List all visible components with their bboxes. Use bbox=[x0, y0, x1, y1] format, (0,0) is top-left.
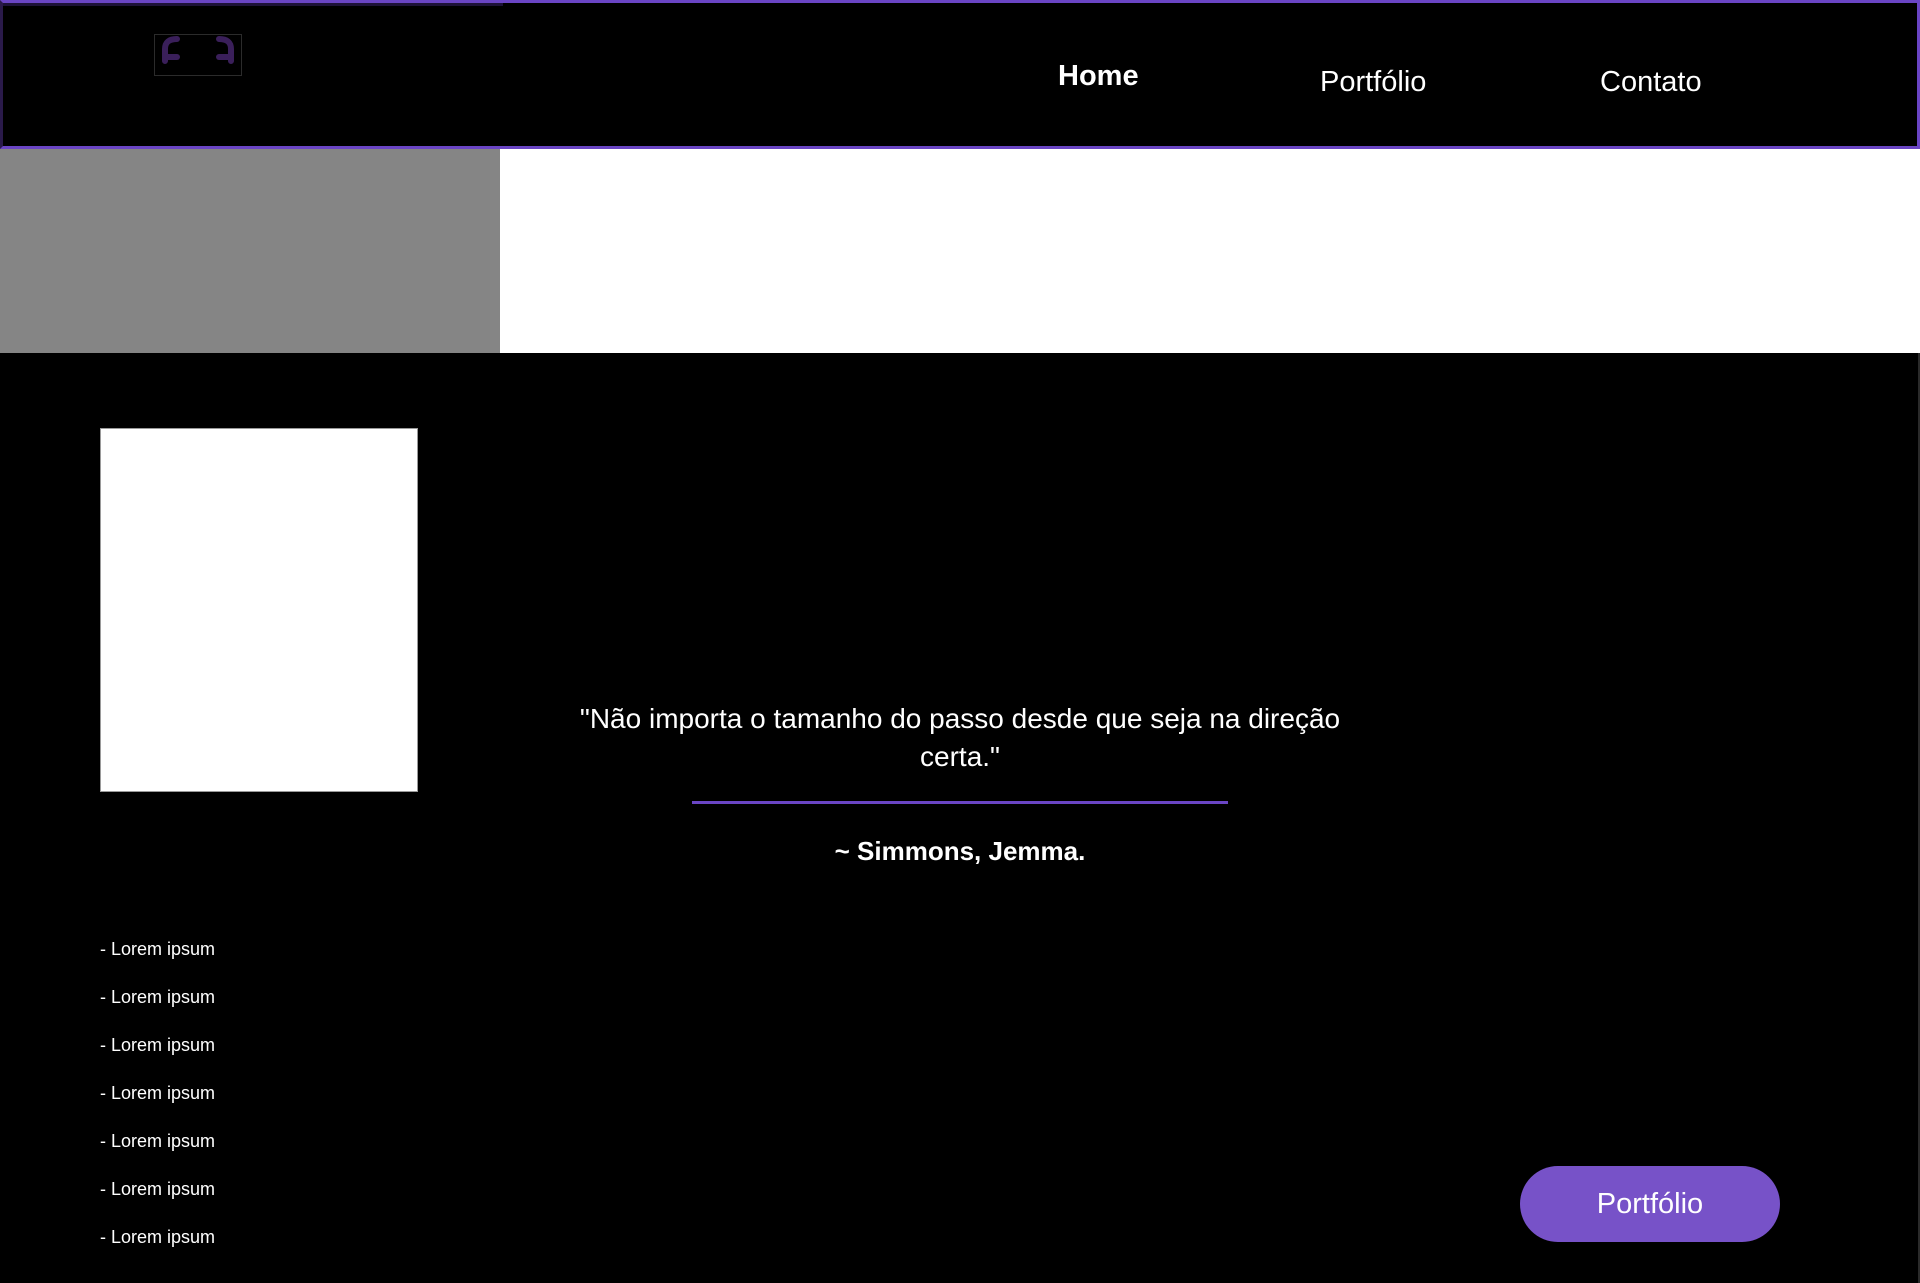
info-list: - Lorem ipsum - Lorem ipsum - Lorem ipsu… bbox=[100, 937, 215, 1273]
banner-gray-panel bbox=[0, 149, 500, 353]
list-item: - Lorem ipsum bbox=[100, 1035, 216, 1055]
main-content: - Lorem ipsum - Lorem ipsum - Lorem ipsu… bbox=[0, 353, 1920, 1283]
list-item: - Lorem ipsum bbox=[100, 1179, 216, 1199]
quote-author: ~ Simmons, Jemma. bbox=[834, 836, 1086, 866]
list-item: - Lorem ipsum bbox=[100, 987, 216, 1007]
list-item: - Lorem ipsum bbox=[100, 1131, 216, 1151]
quote-divider bbox=[692, 801, 1228, 804]
navbar-left-accent bbox=[3, 3, 503, 6]
banner-white-panel bbox=[500, 149, 1920, 353]
logo-icon[interactable] bbox=[154, 34, 242, 76]
profile-photo bbox=[100, 428, 418, 792]
bracket-logo-icon bbox=[162, 36, 234, 64]
list-item: - Lorem ipsum bbox=[100, 1083, 216, 1103]
nav-contact-link[interactable]: Contato bbox=[1600, 66, 1702, 99]
quote-text: "Não importa o tamanho do passo desde qu… bbox=[579, 703, 1341, 772]
page: Home Portfólio Contato - Lorem ipsum - L… bbox=[0, 0, 1920, 1283]
nav-home-link[interactable]: Home bbox=[1058, 60, 1139, 93]
list-item: - Lorem ipsum bbox=[100, 1227, 216, 1247]
portfolio-button[interactable]: Portfólio bbox=[1520, 1166, 1780, 1242]
nav-portfolio-link[interactable]: Portfólio bbox=[1320, 66, 1426, 99]
list-item: - Lorem ipsum bbox=[100, 939, 216, 959]
